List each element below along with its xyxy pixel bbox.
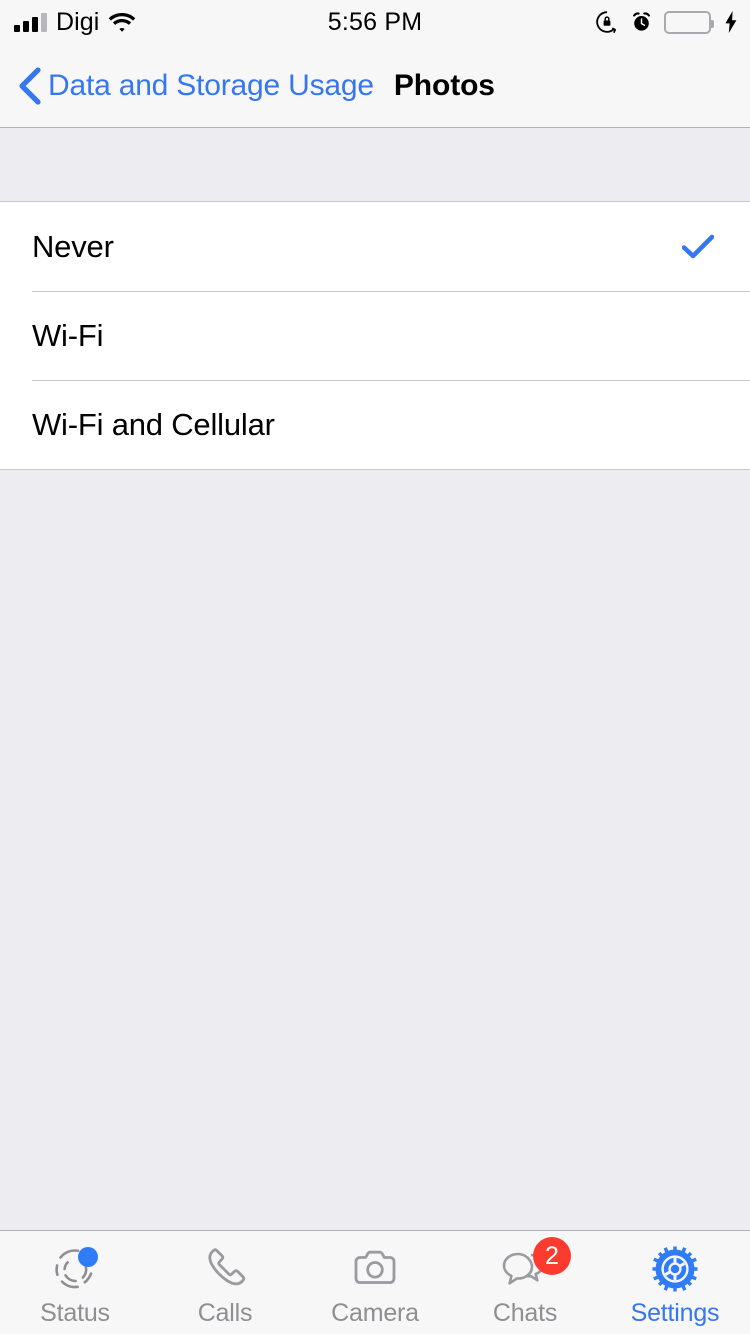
back-button-label: Data and Storage Usage — [48, 68, 374, 102]
status-bar: Digi 5:56 PM — [0, 0, 750, 44]
status-notification-dot — [78, 1247, 98, 1267]
options-list: Never Wi-Fi Wi-Fi and Cellular — [0, 201, 750, 470]
chevron-left-icon — [16, 66, 42, 105]
tab-bar: Status Calls Camera 2 Chats Settings — [0, 1230, 750, 1334]
tab-label: Chats — [492, 1299, 558, 1327]
status-bar-right — [595, 0, 738, 44]
clock: 5:56 PM — [327, 7, 423, 36]
option-label: Wi-Fi — [32, 317, 104, 353]
tab-label: Calls — [197, 1299, 253, 1327]
main-content: Never Wi-Fi Wi-Fi and Cellular — [0, 128, 750, 1230]
tab-settings[interactable]: Settings — [600, 1231, 750, 1334]
battery-icon — [664, 10, 714, 34]
camera-icon — [347, 1241, 403, 1297]
list-item[interactable]: Never — [0, 202, 750, 291]
tab-calls[interactable]: Calls — [150, 1231, 300, 1334]
back-button[interactable]: Data and Storage Usage — [16, 66, 374, 105]
chats-badge: 2 — [533, 1237, 571, 1275]
list-item[interactable]: Wi-Fi and Cellular — [0, 380, 750, 469]
checkmark-icon — [681, 234, 715, 260]
rotation-lock-icon — [595, 10, 619, 34]
tab-camera[interactable]: Camera — [300, 1231, 450, 1334]
phone-handset-icon — [197, 1241, 253, 1297]
tab-label: Settings — [630, 1299, 720, 1327]
navigation-bar: Data and Storage Usage Photos — [0, 44, 750, 128]
page-title: Photos — [393, 68, 495, 102]
tab-label: Camera — [331, 1299, 419, 1327]
list-item[interactable]: Wi-Fi — [0, 291, 750, 380]
tab-chats[interactable]: 2 Chats — [450, 1231, 600, 1334]
option-label: Never — [32, 228, 114, 264]
charging-bolt-icon — [724, 10, 738, 34]
alarm-clock-icon — [630, 10, 653, 34]
status-rings-icon — [47, 1241, 103, 1297]
tab-label: Status — [40, 1299, 110, 1327]
option-label: Wi-Fi and Cellular — [32, 406, 275, 442]
tab-status[interactable]: Status — [0, 1231, 150, 1334]
gear-icon — [647, 1241, 703, 1297]
chat-bubbles-icon: 2 — [497, 1237, 571, 1297]
app-screen: Digi 5:56 PM Data and Storage Usage Phot… — [0, 0, 750, 1334]
